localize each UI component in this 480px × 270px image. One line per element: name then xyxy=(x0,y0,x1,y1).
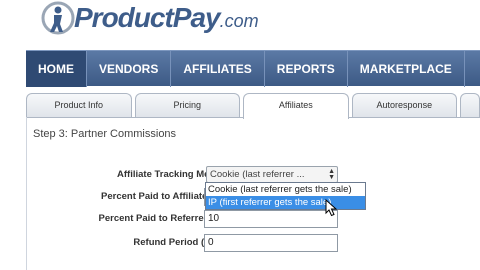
person-logo-icon xyxy=(41,1,75,35)
nav-affiliates[interactable]: AFFILIATES xyxy=(171,51,263,87)
mouse-pointer-icon xyxy=(325,199,338,217)
step-title: Step 3: Partner Commissions xyxy=(33,128,177,140)
nav-reports[interactable]: REPORTS xyxy=(265,51,347,87)
percent-referrers-input[interactable]: 10 xyxy=(204,210,338,228)
brand-suffix: .com xyxy=(219,11,259,31)
refund-period-row: Refund Period (Days) 0 xyxy=(30,234,480,254)
tab-pricing[interactable]: Pricing xyxy=(134,93,241,118)
nav-marketplace[interactable]: MARKETPLACE xyxy=(348,51,464,87)
tab-overflow[interactable] xyxy=(460,93,480,118)
select-arrows-icon: ▲ ▼ xyxy=(328,168,335,181)
tab-product-info[interactable]: Product Info xyxy=(26,93,132,118)
dropdown-option-ip[interactable]: IP (first referrer gets the sale) xyxy=(206,196,365,209)
dropdown-option-cookie[interactable]: Cookie (last referrer gets the sale) xyxy=(206,183,365,196)
tab-bar: Product Info Pricing Affiliates Autoresp… xyxy=(26,93,480,119)
brand-name: ProductPay.com xyxy=(74,2,259,33)
nav-vendors[interactable]: VENDORS xyxy=(87,51,170,87)
refund-period-input[interactable]: 0 xyxy=(204,234,338,252)
nav-home[interactable]: HOME xyxy=(26,50,86,87)
brand-logo[interactable]: ProductPay.com xyxy=(40,0,259,36)
tracking-method-dropdown: Cookie (last referrer gets the sale) IP … xyxy=(205,182,366,210)
tracking-method-value: Cookie (last referrer ... xyxy=(210,169,305,180)
tab-autoresponse[interactable]: Autoresponse xyxy=(351,93,458,118)
nav-divider xyxy=(463,50,465,87)
percent-referrers-row: Percent Paid to Referrers (%) 10 xyxy=(30,210,480,230)
tab-affiliates[interactable]: Affiliates xyxy=(243,93,349,119)
main-nav: HOME VENDORS AFFILIATES REPORTS MARKETPL… xyxy=(26,50,480,87)
tracking-method-select[interactable]: Cookie (last referrer ... ▲ ▼ xyxy=(206,166,338,183)
content-left-border xyxy=(26,117,27,270)
